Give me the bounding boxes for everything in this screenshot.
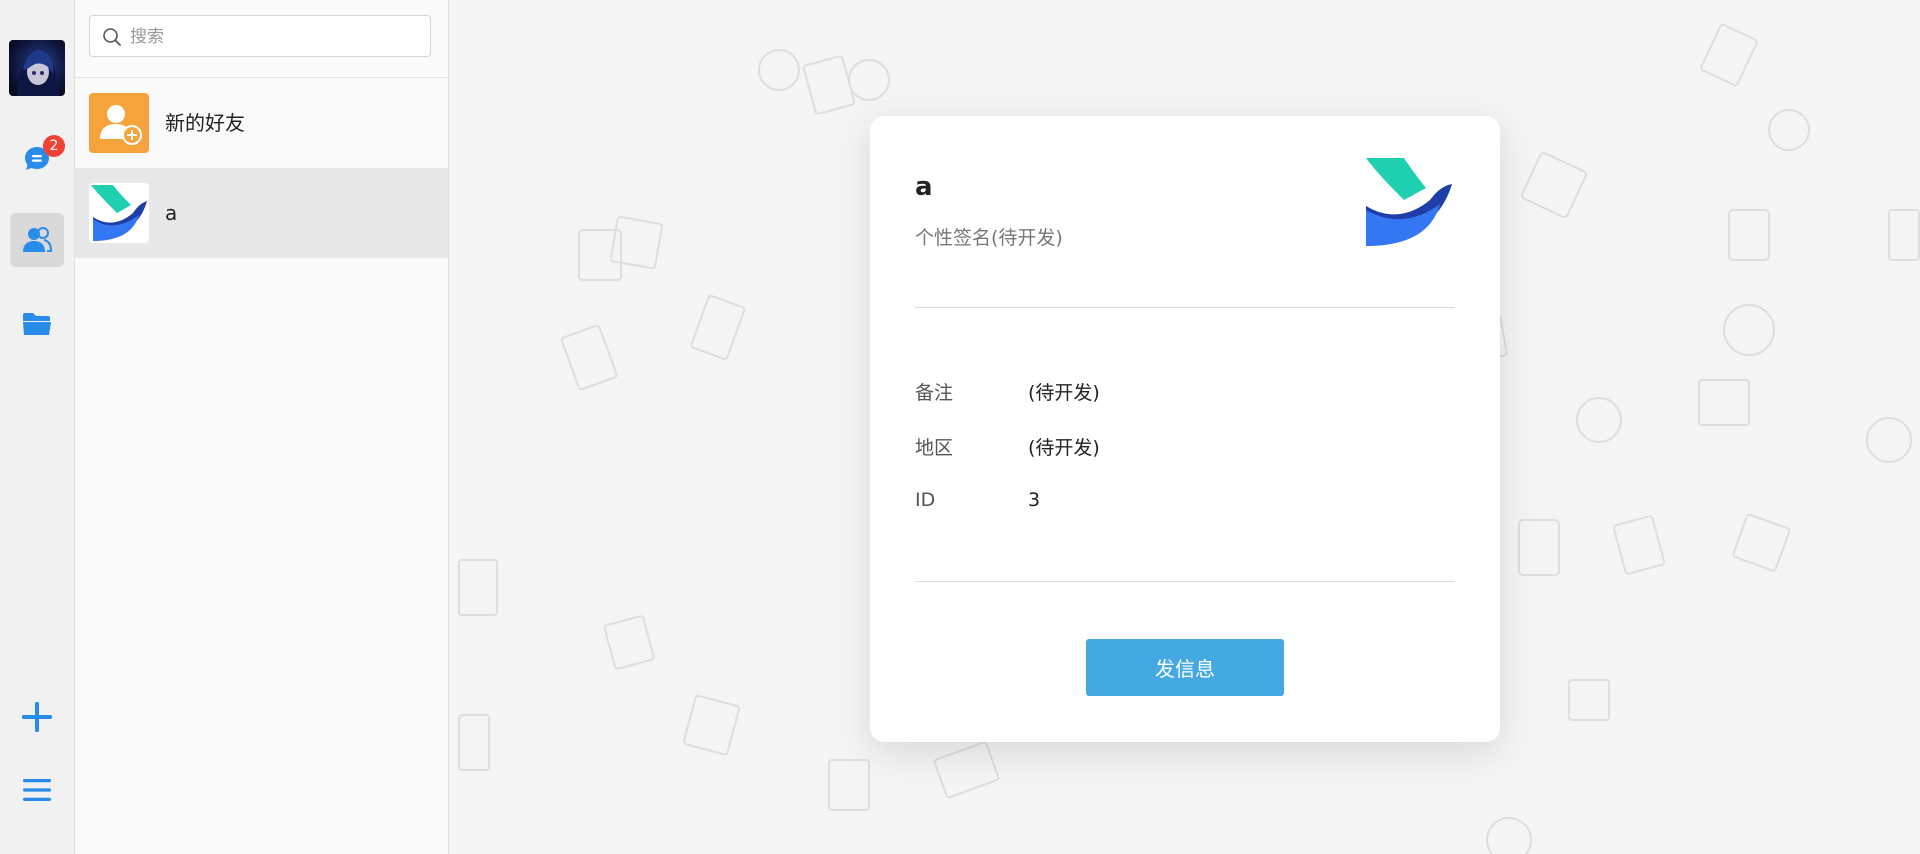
menu-button[interactable] — [10, 763, 64, 817]
profile-signature: 个性签名(待开发) — [915, 227, 1063, 249]
contact-name: a — [165, 201, 178, 225]
folder-icon — [23, 313, 51, 335]
divider — [915, 307, 1455, 308]
plus-icon — [22, 702, 52, 732]
bird-logo-icon — [1364, 156, 1456, 248]
add-button[interactable] — [10, 690, 64, 744]
hamburger-menu-icon — [23, 779, 51, 801]
divider — [915, 581, 1455, 582]
search-icon — [103, 28, 121, 46]
field-region: 地区 (待开发) — [915, 433, 1455, 463]
search-box[interactable] — [89, 15, 431, 57]
add-friend-icon — [89, 93, 149, 153]
field-value: 3 — [1028, 489, 1041, 511]
contact-list-panel: 新的好友 a — [75, 0, 449, 854]
list-item-new-friends[interactable]: 新的好友 — [75, 78, 448, 168]
contacts-nav-button[interactable] — [10, 213, 64, 267]
bird-logo-icon — [89, 183, 149, 243]
unread-badge: 2 — [43, 135, 65, 157]
profile-card: a 个性签名(待开发) 备注 (待开发) 地区 (待开发) ID 3 发信息 — [870, 116, 1500, 742]
files-nav-button[interactable] — [10, 297, 64, 351]
field-value: (待开发) — [1028, 382, 1100, 404]
profile-name: a — [915, 172, 933, 202]
field-remark: 备注 (待开发) — [915, 378, 1455, 408]
search-input[interactable] — [128, 24, 422, 50]
nav-rail: 2 — [0, 0, 75, 854]
field-value: (待开发) — [1028, 437, 1100, 459]
list-item-contact-a[interactable]: a — [75, 168, 448, 258]
contact-name: 新的好友 — [165, 111, 245, 135]
send-message-button[interactable]: 发信息 — [1086, 639, 1284, 696]
field-label: ID — [915, 489, 936, 511]
field-label: 备注 — [915, 382, 954, 404]
field-id: ID 3 — [915, 489, 1455, 519]
user-avatar[interactable] — [9, 40, 65, 96]
field-label: 地区 — [915, 437, 954, 459]
contacts-icon — [23, 227, 53, 252]
